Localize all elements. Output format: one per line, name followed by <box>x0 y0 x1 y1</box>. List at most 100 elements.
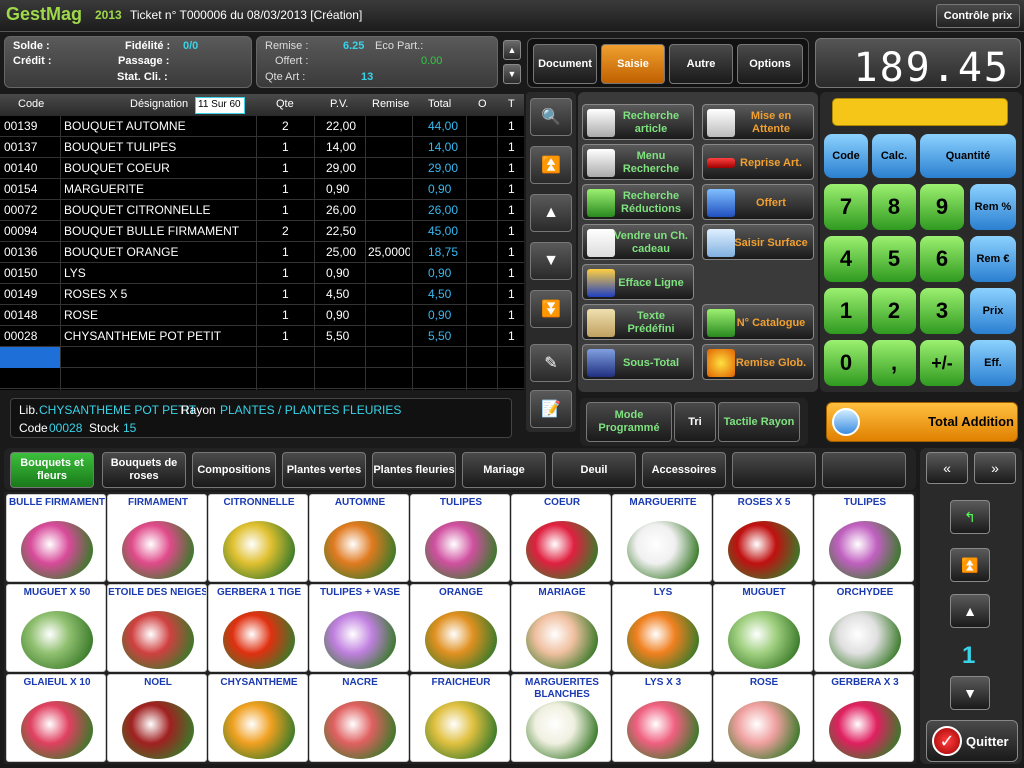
product-tile[interactable]: CITRONNELLE <box>208 494 308 582</box>
product-tile[interactable]: MARGUERITE <box>612 494 712 582</box>
table-row[interactable]: 00072 BOUQUET CITRONNELLE 1 26,00 26,00 1 <box>0 200 524 221</box>
menu-options[interactable]: Options <box>737 44 803 84</box>
gift-card-button[interactable]: Vendre un Ch. cadeau <box>582 224 694 260</box>
product-tile[interactable]: ETOILE DES NEIGES <box>107 584 207 672</box>
product-tile[interactable]: GERBERA 1 TIGE <box>208 584 308 672</box>
product-tile[interactable]: ORCHYDEE <box>814 584 914 672</box>
notepad-icon[interactable]: 📝 <box>530 390 572 428</box>
product-tile[interactable]: ORANGE <box>410 584 510 672</box>
line-up-icon[interactable]: ▲ <box>530 194 572 232</box>
table-row[interactable]: 00094 BOUQUET BULLE FIRMAMENT 2 22,50 45,00 1 <box>0 221 524 242</box>
product-tile[interactable]: GERBERA X 3 <box>814 674 914 762</box>
digit-4-key[interactable]: 4 <box>824 236 868 282</box>
table-row[interactable]: 00150 LYS 1 0,90 0,90 1 <box>0 263 524 284</box>
control-price-button[interactable]: Contrôle prix <box>936 4 1020 28</box>
digit-5-key[interactable]: 5 <box>872 236 916 282</box>
put-on-hold-button[interactable]: Mise en Attente <box>702 104 814 140</box>
search-icon[interactable]: 🔍 <box>530 98 572 136</box>
subtotal-button[interactable]: Sous-Total <box>582 344 694 380</box>
sort-button[interactable]: Tri <box>674 402 716 442</box>
table-row[interactable]: 00136 BOUQUET ORANGE 1 25,00 25,0000 18,75 1 <box>0 242 524 263</box>
category-tab[interactable]: Accessoires <box>642 452 726 488</box>
erase-key[interactable]: Eff. <box>970 340 1016 386</box>
price-key[interactable]: Prix <box>970 288 1016 334</box>
code-key[interactable]: Code <box>824 134 868 178</box>
product-tile[interactable]: TULIPES <box>814 494 914 582</box>
product-tile[interactable]: CHYSANTHEME <box>208 674 308 762</box>
product-tile[interactable]: MUGUET <box>713 584 813 672</box>
table-row[interactable]: 00137 BOUQUET TULIPES 1 14,00 14,00 1 <box>0 137 524 158</box>
category-tab[interactable]: Bouquets de roses <box>102 452 186 488</box>
menu-saisie[interactable]: Saisie <box>601 44 665 84</box>
product-tile[interactable]: BULLE FIRMAMENT <box>6 494 106 582</box>
category-tab[interactable]: Plantes fleuries <box>372 452 456 488</box>
search-reductions-button[interactable]: Recherche Réductions <box>582 184 694 220</box>
delete-line-button[interactable]: Efface Ligne <box>582 264 694 300</box>
table-row-empty[interactable] <box>0 347 524 368</box>
table-row[interactable]: 00148 ROSE 1 0,90 0,90 1 <box>0 305 524 326</box>
digit-9-key[interactable]: 9 <box>920 184 964 230</box>
return-article-button[interactable]: Reprise Art. <box>702 144 814 180</box>
next-category-icon[interactable]: » <box>974 452 1016 484</box>
product-tile[interactable]: ROSE <box>713 674 813 762</box>
product-tile[interactable]: TULIPES + VASE <box>309 584 409 672</box>
category-tab[interactable] <box>822 452 906 488</box>
category-tab[interactable]: Mariage <box>462 452 546 488</box>
plus-minus-key[interactable]: +/- <box>920 340 964 386</box>
digit-0-key[interactable]: 0 <box>824 340 868 386</box>
pencil-icon[interactable]: ✎ <box>530 344 572 382</box>
product-tile[interactable]: LYS <box>612 584 712 672</box>
selected-empty-cell[interactable] <box>0 347 60 368</box>
offered-button[interactable]: Offert <box>702 184 814 220</box>
touch-department-button[interactable]: Tactile Rayon <box>718 402 800 442</box>
table-row[interactable]: 00154 MARGUERITE 1 0,90 0,90 1 <box>0 179 524 200</box>
category-tab[interactable]: Bouquets et fleurs <box>10 452 94 488</box>
table-row[interactable]: 00028 CHYSANTHEME POT PETIT 1 5,50 5,50 1 <box>0 326 524 347</box>
menu-autre[interactable]: Autre <box>669 44 733 84</box>
digit-3-key[interactable]: 3 <box>920 288 964 334</box>
quantity-key[interactable]: Quantité <box>920 134 1016 178</box>
menu-search-button[interactable]: Menu Recherche <box>582 144 694 180</box>
digit-8-key[interactable]: 8 <box>872 184 916 230</box>
table-row-empty[interactable] <box>0 368 524 389</box>
global-discount-button[interactable]: Remise Glob. <box>702 344 814 380</box>
category-tab[interactable]: Plantes vertes <box>282 452 366 488</box>
category-tab[interactable]: Compositions <box>192 452 276 488</box>
category-tab[interactable]: Deuil <box>552 452 636 488</box>
product-tile[interactable]: COEUR <box>511 494 611 582</box>
back-arrow-icon[interactable]: ↰ <box>950 500 990 534</box>
product-tile[interactable]: TULIPES <box>410 494 510 582</box>
discount-percent-key[interactable]: Rem % <box>970 184 1016 230</box>
product-tile[interactable]: MARIAGE <box>511 584 611 672</box>
page-up-double-icon[interactable]: ⏫ <box>950 548 990 582</box>
info-scroll-down-button[interactable]: ▼ <box>503 64 521 84</box>
discount-euro-key[interactable]: Rem € <box>970 236 1016 282</box>
page-down-double-icon[interactable]: ⏬ <box>530 290 572 328</box>
comma-key[interactable]: , <box>872 340 916 386</box>
search-article-button[interactable]: Recherche article <box>582 104 694 140</box>
predefined-text-button[interactable]: Texte Prédéfini <box>582 304 694 340</box>
product-tile[interactable]: NOEL <box>107 674 207 762</box>
category-tab[interactable] <box>732 452 816 488</box>
catalogue-number-button[interactable]: N° Catalogue <box>702 304 814 340</box>
line-down-icon[interactable]: ▼ <box>530 242 572 280</box>
page-up-double-icon[interactable]: ⏫ <box>530 146 572 184</box>
product-tile[interactable]: AUTOMNE <box>309 494 409 582</box>
enter-surface-button[interactable]: Saisir Surface <box>702 224 814 260</box>
product-tile[interactable]: NACRE <box>309 674 409 762</box>
digit-7-key[interactable]: 7 <box>824 184 868 230</box>
digit-1-key[interactable]: 1 <box>824 288 868 334</box>
table-row[interactable]: 00139 BOUQUET AUTOMNE 2 22,00 44,00 1 <box>0 116 524 137</box>
product-tile[interactable]: MARGUERITES BLANCHES <box>511 674 611 762</box>
product-tile[interactable]: GLAIEUL X 10 <box>6 674 106 762</box>
table-row[interactable]: 00149 ROSES X 5 1 4,50 4,50 1 <box>0 284 524 305</box>
page-up-icon[interactable]: ▲ <box>950 594 990 628</box>
product-tile[interactable]: LYS X 3 <box>612 674 712 762</box>
info-scroll-up-button[interactable]: ▲ <box>503 40 521 60</box>
calc-key[interactable]: Calc. <box>872 134 916 178</box>
product-tile[interactable]: ROSES X 5 <box>713 494 813 582</box>
product-tile[interactable]: FRAICHEUR <box>410 674 510 762</box>
digit-6-key[interactable]: 6 <box>920 236 964 282</box>
previous-category-icon[interactable]: « <box>926 452 968 484</box>
digit-2-key[interactable]: 2 <box>872 288 916 334</box>
